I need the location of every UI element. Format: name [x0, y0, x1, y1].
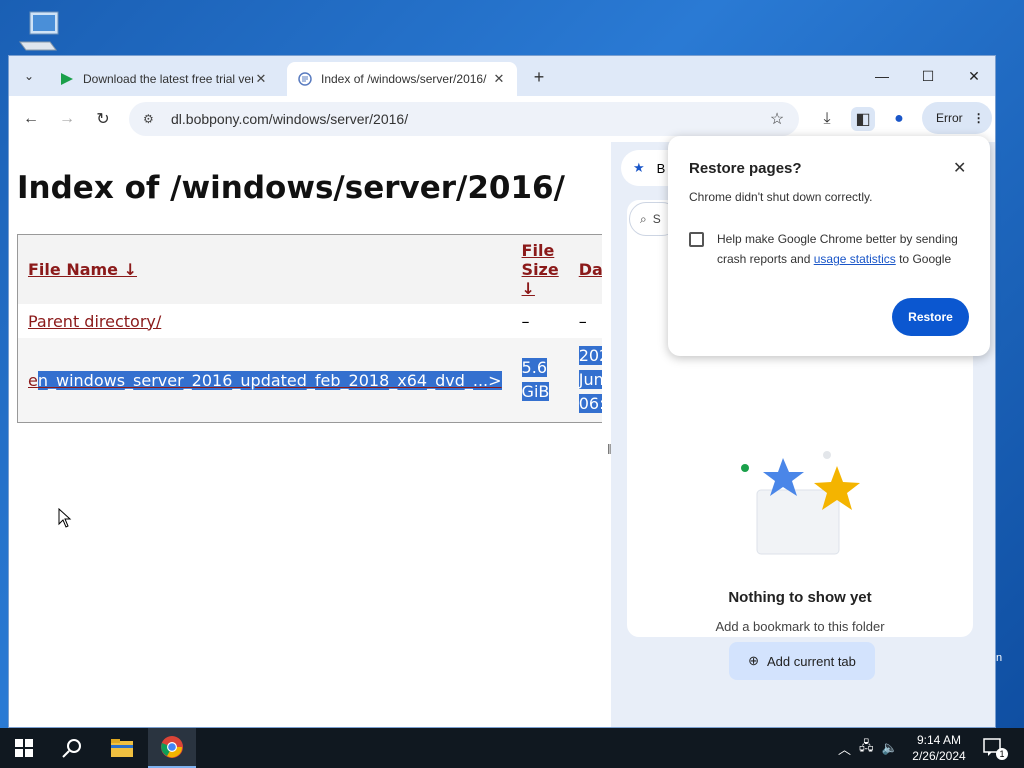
tab-search-button[interactable]: ⌄ [17, 64, 41, 88]
sort-by-size-link[interactable]: File Size ↓ [522, 241, 559, 298]
side-panel-title: B [656, 160, 666, 176]
search-icon [62, 739, 81, 758]
bookmark-star-icon: ★ [633, 160, 645, 175]
usage-statistics-link[interactable]: usage statistics [814, 252, 896, 266]
search-icon: ⌕ [640, 211, 647, 226]
parent-size: – [521, 311, 530, 331]
close-tab-icon[interactable]: ✕ [491, 71, 507, 87]
minimize-button[interactable]: — [859, 56, 905, 96]
chevron-up-icon[interactable]: ︿ [838, 739, 851, 758]
taskbar: ︿ 🖧 🔈 9:14 AM 2/26/2024 1 [0, 728, 1024, 768]
bookmark-star-icon[interactable]: ☆ [765, 107, 789, 131]
dialog-title: Restore pages? [689, 160, 802, 177]
add-current-tab-label: Add current tab [767, 653, 856, 669]
reload-icon[interactable]: ↻ [91, 107, 115, 131]
file-name-prefix: e [28, 370, 38, 390]
parent-directory-link[interactable]: Parent directory/ [28, 312, 161, 331]
file-date-line1: 202 [578, 346, 602, 365]
site-info-icon[interactable]: ⚙ [143, 112, 159, 126]
download-icon[interactable]: ⤓ [815, 107, 839, 131]
side-panel-icon[interactable]: ◧ [851, 107, 875, 131]
clock-time: 9:14 AM [916, 733, 962, 747]
tab-strip: ⌄ Download the latest free trial versi ✕… [9, 56, 995, 96]
forward-icon[interactable]: → [55, 107, 79, 131]
column-header-size: File Size ↓ [511, 234, 569, 304]
file-date-line3: 06: [578, 394, 602, 413]
chrome-taskbar-button[interactable] [148, 728, 196, 768]
error-label: Error [936, 111, 963, 125]
page-heading: Index of /windows/server/2016/ [17, 170, 565, 206]
file-explorer-button[interactable] [98, 728, 146, 768]
notification-count: 1 [996, 748, 1008, 760]
sort-by-name-link[interactable]: File Name ↓ [28, 260, 137, 279]
file-size-value: 5.6 GiB [521, 358, 550, 401]
plus-circle-icon: ⊕ [748, 653, 759, 668]
add-current-tab-button[interactable]: ⊕ Add current tab [729, 642, 875, 680]
tab-download-trial[interactable]: Download the latest free trial versi ✕ [49, 62, 279, 96]
this-pc-desktop-icon[interactable] [14, 8, 64, 56]
address-bar[interactable]: ⚙ dl.bobpony.com/windows/server/2016/ [129, 102, 799, 136]
empty-state-title: Nothing to show yet [728, 589, 872, 606]
kebab-menu-icon: ⋮ [972, 111, 985, 125]
notification-center-button[interactable]: 1 [982, 736, 1008, 760]
search-button[interactable] [48, 728, 96, 768]
file-listing-table: File Name ↓ FileSize ↓ Dat Parent direct… [17, 234, 602, 423]
file-link[interactable]: en_windows_server_2016_updated_feb_2018_… [28, 370, 502, 390]
sort-by-date-link[interactable]: Dat [579, 260, 602, 279]
dialog-message: Chrome didn't shut down correctly. [689, 190, 873, 204]
crash-report-checkbox[interactable] [689, 232, 704, 247]
chrome-icon [161, 736, 183, 758]
file-size-line2: GiB [521, 382, 550, 401]
tab-title: Download the latest free trial versi [83, 72, 253, 86]
table-row: en_windows_server_2016_updated_feb_2018_… [17, 338, 602, 423]
maximize-button[interactable]: ☐ [905, 56, 951, 96]
close-window-button[interactable]: ✕ [951, 56, 995, 96]
error-menu-button[interactable]: Error ⋮ [922, 102, 992, 134]
page-favicon-icon [297, 71, 313, 87]
network-icon[interactable]: 🖧 [859, 737, 874, 759]
column-header-date: Dat [568, 234, 602, 304]
restore-button[interactable]: Restore [892, 298, 969, 336]
file-date-value: 202 Jun 06: [578, 346, 602, 413]
tab-title: Index of /windows/server/2016/ [321, 72, 487, 86]
start-button[interactable] [0, 728, 48, 768]
size-header-line1: File [521, 241, 555, 260]
checkbox-text-end: to Google [895, 252, 952, 266]
chevron-down-icon: ⌄ [23, 69, 35, 83]
desktop-overflow-text: n [996, 652, 1003, 664]
column-header-name: File Name ↓ [17, 234, 512, 304]
new-tab-button[interactable]: + [527, 66, 551, 90]
empty-folder-illustration-icon [741, 451, 860, 555]
page-content: Index of /windows/server/2016/ File Name… [9, 142, 602, 727]
table-row: Parent directory/ – – [18, 304, 603, 338]
empty-state-subtitle: Add a bookmark to this folder [715, 619, 885, 634]
close-tab-icon[interactable]: ✕ [253, 71, 269, 87]
profile-avatar-icon[interactable]: ● [887, 107, 911, 131]
checkbox-label: Help make Google Chrome better by sendin… [717, 229, 977, 269]
system-tray: ︿ 🖧 🔈 [838, 728, 898, 768]
restore-pages-dialog: Restore pages? ✕ Chrome didn't shut down… [668, 136, 990, 356]
size-header-line2: Size ↓ [521, 260, 559, 298]
close-icon[interactable]: ✕ [953, 158, 966, 178]
search-placeholder: S [652, 212, 661, 226]
url-text: dl.bobpony.com/windows/server/2016/ [171, 111, 409, 127]
file-date-line2: Jun [578, 370, 602, 389]
taskbar-clock[interactable]: 9:14 AM 2/26/2024 [904, 732, 974, 764]
mouse-cursor-icon [58, 508, 72, 528]
file-name-selected: n_windows_server_2016_updated_feb_2018_x… [37, 370, 502, 390]
parent-date: – [578, 311, 587, 331]
file-size-line1: 5.6 [521, 358, 547, 377]
windows-logo-icon [15, 739, 33, 757]
back-icon[interactable]: ← [19, 107, 43, 131]
play-favicon-icon [59, 71, 75, 87]
clock-date: 2/26/2024 [912, 749, 966, 763]
tab-index-of[interactable]: Index of /windows/server/2016/ ✕ [287, 62, 517, 96]
folder-icon [111, 739, 133, 757]
volume-muted-icon[interactable]: 🔈 [882, 740, 898, 756]
